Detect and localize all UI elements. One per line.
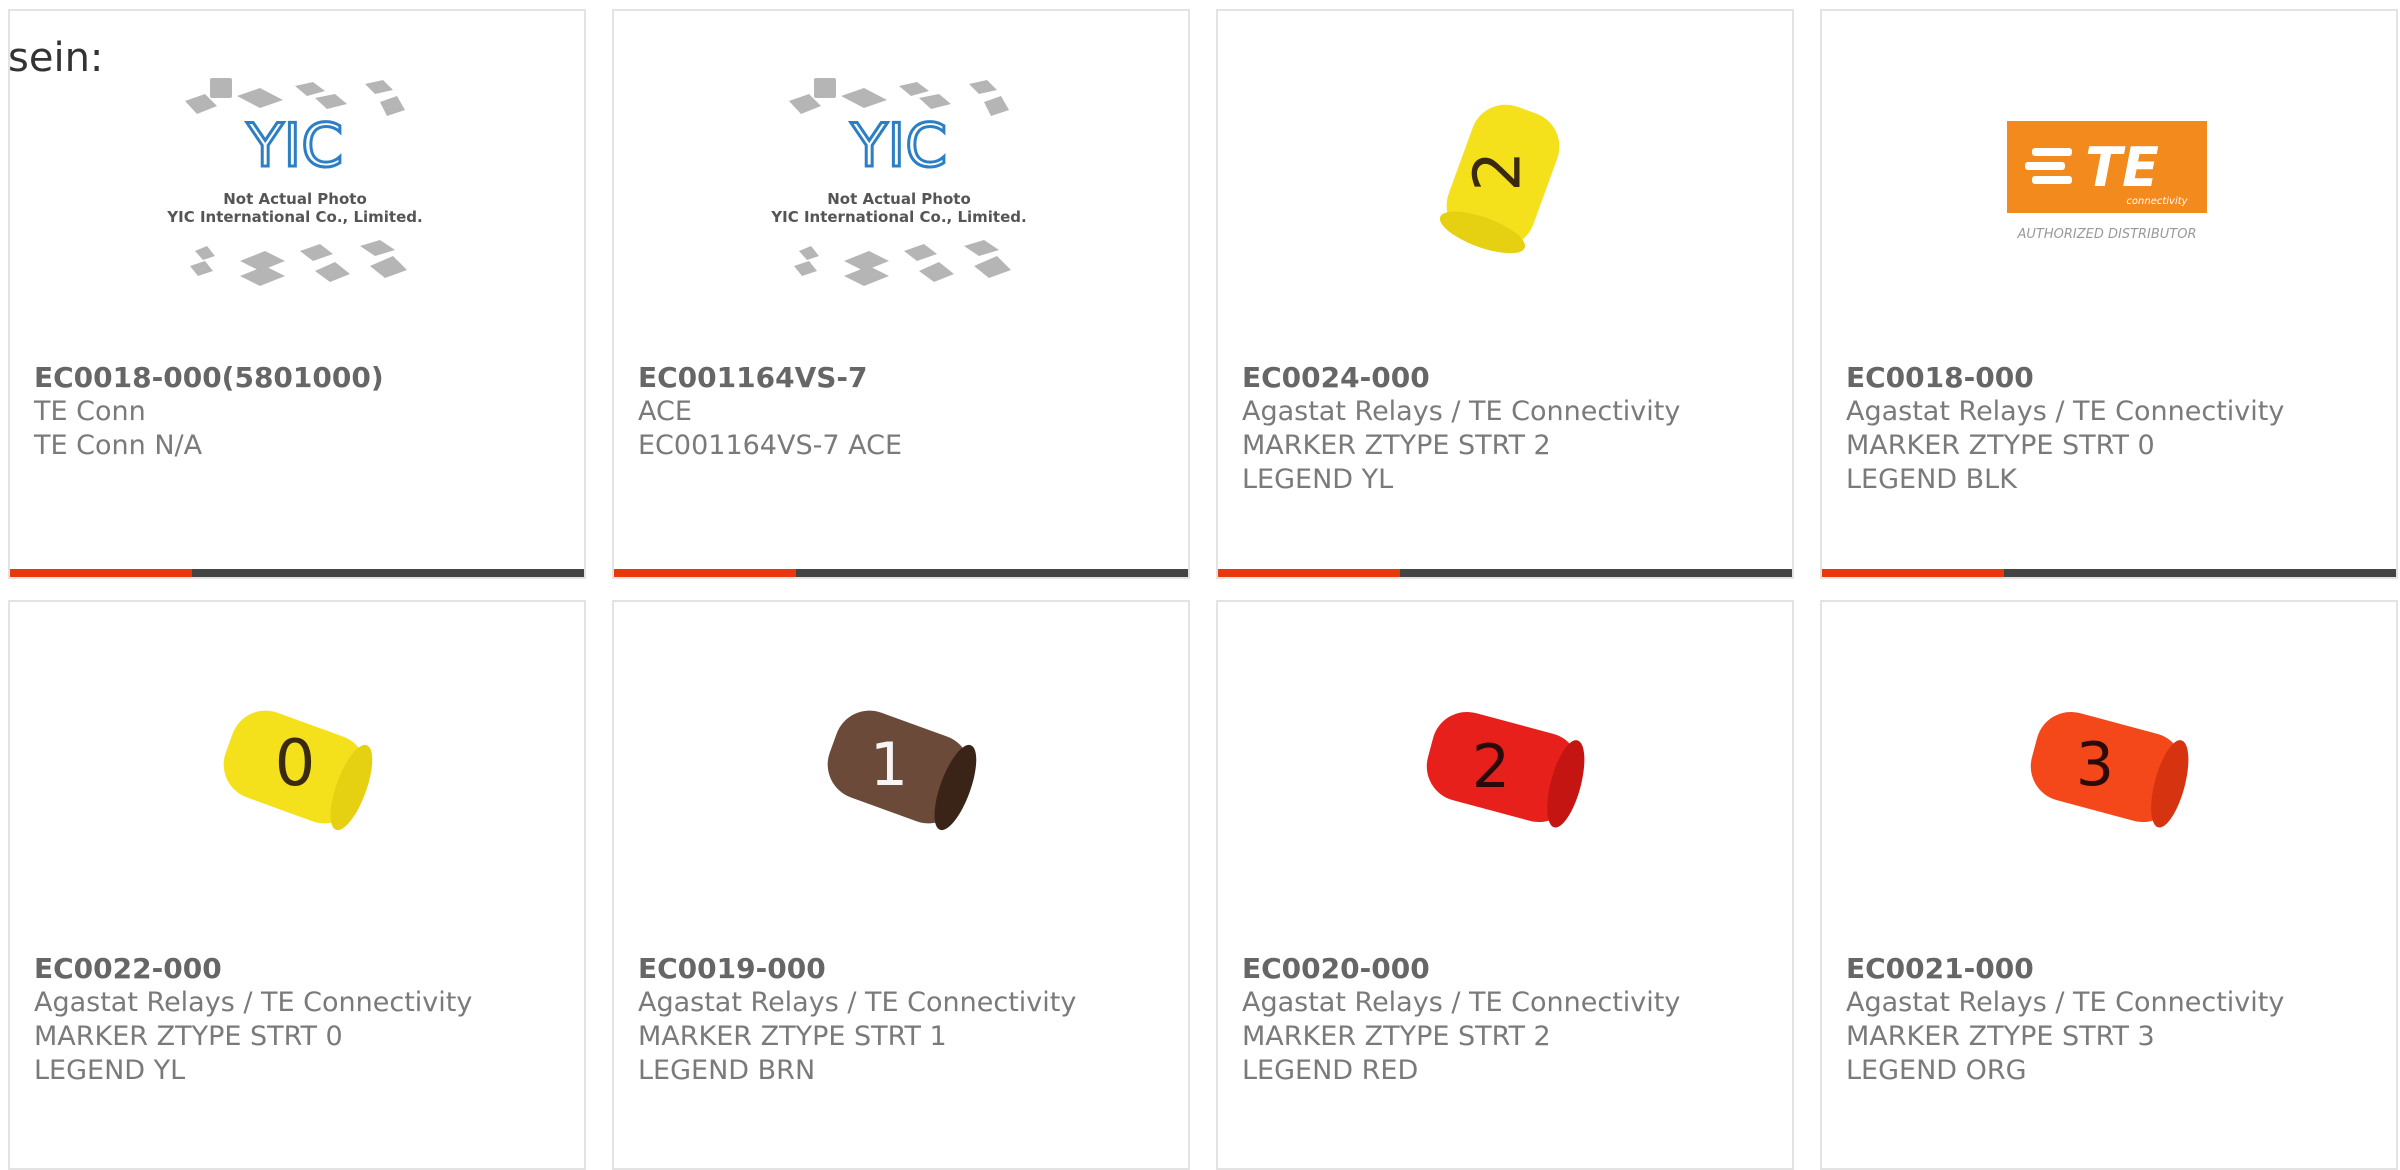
product-card[interactable]: 2 EC0020-000 Agastat Relays / TE Connect… — [1216, 600, 1794, 1170]
te-logo-icon: TE connectivity AUTHORIZED DISTRIBUTOR — [2007, 76, 2207, 276]
product-description: MARKER ZTYPE STRT 1 LEGEND BRN — [638, 1021, 947, 1086]
part-number-link[interactable]: EC0018-000 — [1846, 361, 2284, 395]
card-accent-bar — [1822, 569, 2004, 577]
product-description: MARKER ZTYPE STRT 2 LEGEND YL — [1242, 430, 1551, 495]
part-number-link[interactable]: EC0021-000 — [1846, 952, 2284, 986]
part-number-link[interactable]: EC0022-000 — [34, 952, 472, 986]
card-accent-bar — [10, 569, 192, 577]
product-description: MARKER ZTYPE STRT 3 LEGEND ORG — [1846, 1021, 2155, 1086]
yic-placeholder-icon: YIC Not Actual Photo YIC International C… — [166, 76, 423, 286]
part-number-link[interactable]: EC0020-000 — [1242, 952, 1680, 986]
red-marker-2-icon: 2 — [1403, 667, 1603, 867]
svg-text:AUTHORIZED DISTRIBUTOR: AUTHORIZED DISTRIBUTOR — [2016, 227, 2196, 242]
product-card[interactable]: 3 EC0021-000 Agastat Relays / TE Connect… — [1820, 600, 2398, 1170]
yellow-marker-0-icon: 0 — [195, 667, 395, 867]
part-number-link[interactable]: EC001164VS-7 — [638, 361, 1058, 395]
product-description: MARKER ZTYPE STRT 2 LEGEND RED — [1242, 1021, 1551, 1086]
svg-text:2: 2 — [1462, 151, 1536, 192]
manufacturer-name: Agastat Relays / TE Connectivity — [34, 987, 473, 1018]
product-card[interactable]: YIC Not Actual Photo YIC International C… — [8, 9, 586, 579]
brown-marker-1-icon: 1 — [799, 667, 999, 867]
card-accent-bar — [1218, 569, 1400, 577]
placeholder-line2: YIC International Co., Limited. — [166, 208, 422, 226]
svg-text:TE: TE — [2085, 136, 2159, 199]
product-description: EC001164VS-7 ACE — [638, 430, 903, 461]
manufacturer-name: TE Conn — [34, 396, 146, 427]
part-number-link[interactable]: EC0019-000 — [638, 952, 1076, 986]
orange-marker-3-icon: 3 — [2007, 667, 2207, 867]
product-card[interactable]: 2 EC0024-000 Agastat Relays / TE Connect… — [1216, 9, 1794, 579]
svg-text:YIC: YIC — [246, 111, 343, 181]
card-bottom-bar — [1218, 569, 1792, 577]
card-accent-bar — [614, 569, 796, 577]
svg-text:0: 0 — [275, 727, 316, 801]
yellow-marker-2-icon: 2 — [1403, 76, 1603, 276]
product-card[interactable]: 0 EC0022-000 Agastat Relays / TE Connect… — [8, 600, 586, 1170]
product-card[interactable]: TE connectivity AUTHORIZED DISTRIBUTOR E… — [1820, 9, 2398, 579]
product-description: MARKER ZTYPE STRT 0 LEGEND BLK — [1846, 430, 2155, 495]
placeholder-line1: Not Actual Photo — [827, 190, 971, 208]
svg-text:connectivity: connectivity — [2126, 196, 2188, 207]
card-bottom-bar — [10, 569, 584, 577]
yic-placeholder-icon: YIC Not Actual Photo YIC International C… — [770, 76, 1027, 286]
placeholder-line2: YIC International Co., Limited. — [770, 208, 1026, 226]
product-card[interactable]: YIC Not Actual Photo YIC International C… — [612, 9, 1190, 579]
card-bottom-bar — [1822, 569, 2396, 577]
svg-text:1: 1 — [870, 730, 908, 800]
intro-text: sein: — [8, 35, 104, 81]
manufacturer-name: Agastat Relays / TE Connectivity — [638, 987, 1077, 1018]
manufacturer-name: Agastat Relays / TE Connectivity — [1846, 396, 2285, 427]
manufacturer-name: Agastat Relays / TE Connectivity — [1846, 987, 2285, 1018]
manufacturer-name: Agastat Relays / TE Connectivity — [1242, 396, 1681, 427]
product-card[interactable]: 1 EC0019-000 Agastat Relays / TE Connect… — [612, 600, 1190, 1170]
svg-text:YIC: YIC — [850, 111, 947, 181]
manufacturer-name: Agastat Relays / TE Connectivity — [1242, 987, 1681, 1018]
svg-text:2: 2 — [1472, 732, 1510, 802]
placeholder-line1: Not Actual Photo — [223, 190, 367, 208]
product-description: TE Conn N/A — [34, 430, 203, 461]
product-description: MARKER ZTYPE STRT 0 LEGEND YL — [34, 1021, 343, 1086]
svg-text:3: 3 — [2076, 730, 2114, 800]
part-number-link[interactable]: EC0018-000(5801000) — [34, 361, 454, 395]
manufacturer-name: ACE — [638, 396, 692, 427]
card-bottom-bar — [614, 569, 1188, 577]
part-number-link[interactable]: EC0024-000 — [1242, 361, 1680, 395]
